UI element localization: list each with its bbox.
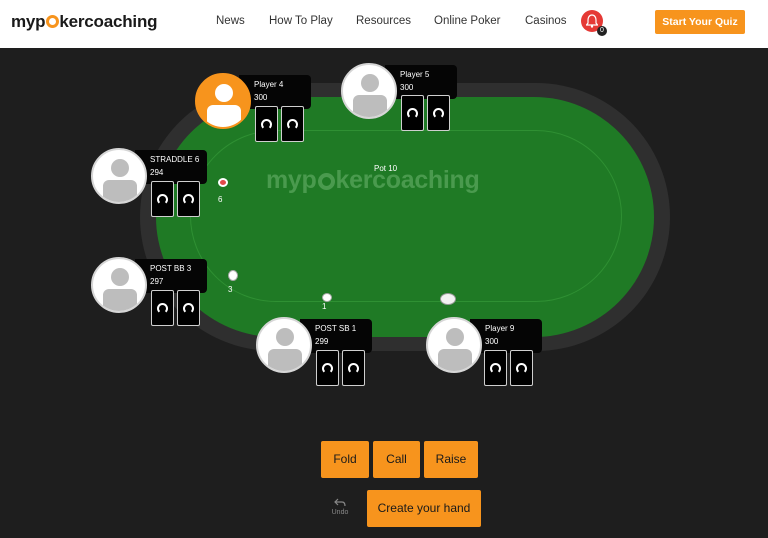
poker-chip-icon (317, 173, 335, 190)
hole-card[interactable] (151, 181, 174, 217)
hole-card[interactable] (281, 106, 304, 142)
notification-count-badge: 0 (597, 26, 607, 36)
bet-amount: 6 (218, 195, 223, 204)
hole-card[interactable] (510, 350, 533, 386)
nav-casinos[interactable]: Casinos (525, 15, 567, 27)
avatar (195, 73, 251, 129)
site-header: myp kercoaching News How To Play Resource… (0, 0, 768, 48)
bet-chip-icon (228, 270, 238, 281)
poker-chip-icon (45, 15, 59, 28)
call-button[interactable]: Call (373, 441, 420, 478)
hole-card[interactable] (484, 350, 507, 386)
bet-chip-icon (322, 293, 332, 302)
player-stack: 297 (150, 277, 164, 286)
table-watermark: myp kercoaching (266, 166, 480, 194)
player-name: STRADDLE 6 (150, 155, 200, 164)
avatar (426, 317, 482, 373)
bet-amount: 3 (228, 285, 233, 294)
avatar (256, 317, 312, 373)
player-name: Player 5 (400, 70, 430, 79)
create-hand-button[interactable]: Create your hand (367, 490, 481, 527)
pot-amount: Pot 10 (374, 164, 398, 173)
avatar (341, 63, 397, 119)
player-stack: 300 (254, 93, 268, 102)
player-name: Player 4 (254, 80, 284, 89)
player-stack: 294 (150, 168, 164, 177)
bell-icon (586, 14, 598, 28)
hole-card[interactable] (316, 350, 339, 386)
hole-card[interactable] (177, 290, 200, 326)
undo-button[interactable]: Undo (327, 498, 353, 516)
hole-card[interactable] (151, 290, 174, 326)
undo-arrow-icon (334, 498, 346, 507)
dealer-button-icon (440, 293, 456, 305)
player-stack: 299 (315, 337, 329, 346)
hole-card[interactable] (401, 95, 424, 131)
raise-button[interactable]: Raise (424, 441, 478, 478)
bet-chip-icon (218, 178, 228, 187)
hole-card[interactable] (342, 350, 365, 386)
hole-card[interactable] (255, 106, 278, 142)
undo-label: Undo (331, 509, 349, 516)
nav-how-to-play[interactable]: How To Play (269, 15, 333, 27)
player-name: POST SB 1 (315, 324, 357, 333)
site-logo[interactable]: myp kercoaching (11, 12, 158, 32)
hole-card[interactable] (427, 95, 450, 131)
hole-card[interactable] (177, 181, 200, 217)
nav-resources[interactable]: Resources (356, 15, 411, 27)
table-betting-line (190, 130, 622, 302)
bet-amount: 1 (322, 302, 327, 311)
player-stack: 300 (400, 83, 414, 92)
nav-online-poker[interactable]: Online Poker (434, 15, 500, 27)
player-name: POST BB 3 (150, 264, 192, 273)
start-quiz-button[interactable]: Start Your Quiz (655, 10, 745, 34)
fold-button[interactable]: Fold (321, 441, 369, 478)
nav-news[interactable]: News (216, 15, 245, 27)
player-name: Player 9 (485, 324, 515, 333)
avatar (91, 148, 147, 204)
avatar (91, 257, 147, 313)
player-stack: 300 (485, 337, 499, 346)
